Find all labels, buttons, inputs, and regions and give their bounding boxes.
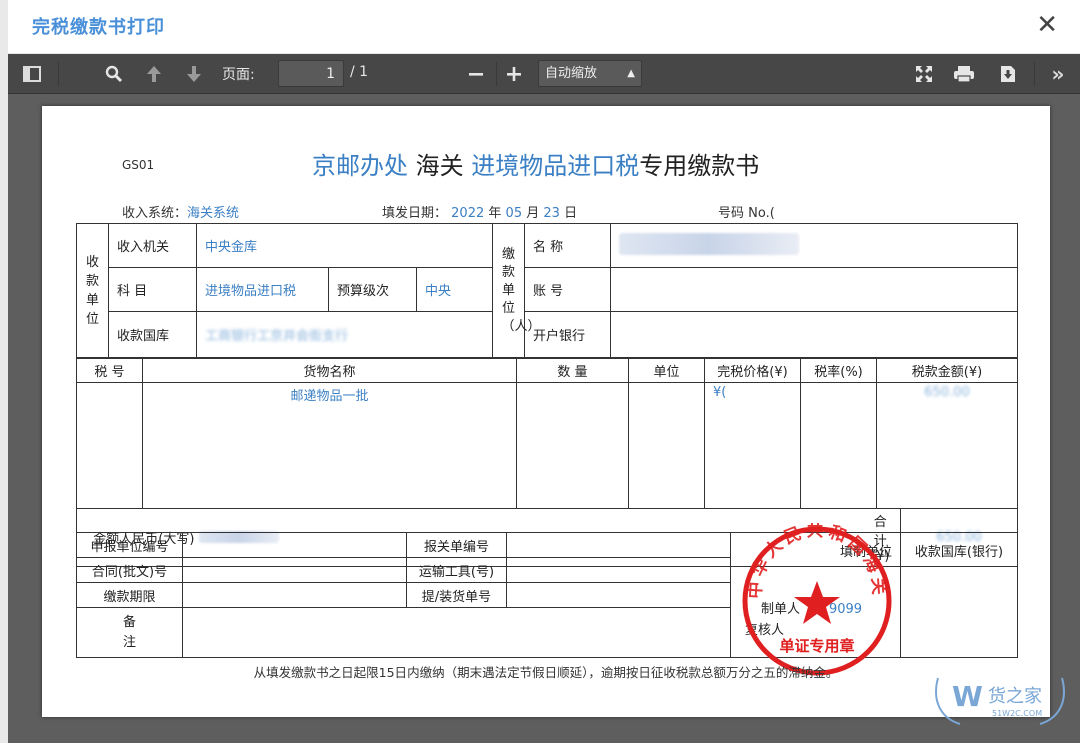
fill-date-label: 填发日期： xyxy=(382,206,448,221)
bank-value xyxy=(610,311,1018,358)
qty-cell xyxy=(516,382,629,509)
bill-label: 提/装货单号 xyxy=(406,582,507,608)
contract-value xyxy=(182,557,407,583)
receiver-label: 收入机关 xyxy=(108,223,197,268)
contract-label: 合同(批文)号 xyxy=(76,557,183,583)
declaration-label: 报关单编号 xyxy=(406,532,507,558)
svg-text:W: W xyxy=(952,680,983,713)
fill-date: 填发日期： 2022 年 05 月 23 日 xyxy=(382,202,577,221)
account-value xyxy=(610,267,1018,312)
payer-group-label: 缴款单位（人） xyxy=(492,223,541,358)
fill-date-day: 23 xyxy=(543,206,560,221)
col-rate: 税率(%) xyxy=(800,358,877,383)
modal-header: 完税缴款书打印 ✕ xyxy=(8,0,1080,54)
col-qty: 数 量 xyxy=(516,358,629,383)
title-customs: 海关 xyxy=(415,152,464,180)
budget-value: 中央 xyxy=(416,267,493,312)
fill-date-month: 05 xyxy=(505,206,523,221)
declaration-value xyxy=(506,532,731,558)
pdf-toolbar: 页面: / 1 自动缩放 ▲ » xyxy=(8,54,1080,94)
presentation-mode-icon[interactable] xyxy=(910,60,938,88)
transport-value xyxy=(506,557,731,583)
stamp-subtitle: 单证专用章 xyxy=(779,637,854,655)
document-title: 京邮办处 海关 进境物品进口税专用缴款书 xyxy=(312,146,759,181)
page-total: / 1 xyxy=(350,64,369,80)
sidebar-toggle-icon[interactable] xyxy=(18,60,46,88)
col-unit: 单位 xyxy=(628,358,705,383)
next-page-icon[interactable] xyxy=(180,60,208,88)
page-number-input[interactable] xyxy=(278,60,344,87)
pdf-viewer[interactable]: GS01 京邮办处 海关 进境物品进口税专用缴款书 收入系统：海关系统 填发日期… xyxy=(8,94,1080,743)
close-icon[interactable]: ✕ xyxy=(1036,10,1058,40)
price-value: ¥( xyxy=(704,382,801,509)
col-tax-no: 税 号 xyxy=(76,358,143,383)
fill-date-month-unit: 月 xyxy=(526,206,540,221)
zoom-out-icon[interactable] xyxy=(462,60,490,88)
declarer-label: 申报单位编号 xyxy=(76,532,183,558)
zoom-select-value: 自动缩放 xyxy=(545,66,598,81)
payment-notice: 从填发缴款书之日起限15日内缴纳（期末遇法定节假日顺延），逾期按日征收税款总额万… xyxy=(253,665,839,680)
toolbar-separator xyxy=(496,62,497,86)
treasury-value: 工商银行工京井会街支行 xyxy=(196,311,493,358)
amount-value: 650.00 xyxy=(876,382,1018,509)
more-tools-icon[interactable]: » xyxy=(1044,60,1072,88)
chevron-updown-icon: ▲ xyxy=(627,68,635,79)
page-label: 页面: xyxy=(222,67,255,83)
rate-cell xyxy=(800,382,877,509)
modal-title: 完税缴款书打印 xyxy=(32,17,165,38)
fill-date-year: 2022 xyxy=(451,206,485,221)
zoom-select[interactable]: 自动缩放 ▲ xyxy=(538,60,642,87)
zoom-in-icon[interactable] xyxy=(500,60,528,88)
unit-cell xyxy=(628,382,705,509)
col-amount: 税款金额(¥) xyxy=(876,358,1018,383)
goods-value: 邮递物品一批 xyxy=(142,382,517,509)
customs-seal-stamp: 中华人民共和国海关 单证专用章 xyxy=(739,521,895,679)
fill-date-day-unit: 日 xyxy=(564,206,578,221)
print-icon[interactable] xyxy=(950,60,978,88)
transport-label: 运输工具(号) xyxy=(406,557,507,583)
fill-date-year-unit: 年 xyxy=(488,206,502,221)
col-price: 完税价格(¥) xyxy=(704,358,801,383)
redacted-name xyxy=(619,232,799,255)
treasury-label: 收款国库 xyxy=(108,311,197,358)
bill-value xyxy=(506,582,731,608)
account-label: 账 号 xyxy=(524,267,611,312)
income-system-value: 海关系统 xyxy=(187,206,240,221)
title-office: 京邮办处 xyxy=(312,152,408,180)
tax-form-table: 收款单位 收入机关 中央金库 缴款单位（人） 名 称 科 目 进境物品进口税 预… xyxy=(76,223,1018,358)
bank-col-label: 收款国库(银行) xyxy=(909,541,1009,567)
goods-table: 税 号 货物名称 数 量 单位 完税价格(¥) 税率(%) 税款金额(¥) 邮递… xyxy=(76,358,1018,509)
previous-page-icon[interactable] xyxy=(140,60,168,88)
brand-watermark: W 货之家 51W2C.COM xyxy=(930,670,1070,730)
subject-label: 科 目 xyxy=(108,267,197,312)
payer-name-value xyxy=(610,223,1018,268)
title-suffix: 专用缴款书 xyxy=(639,152,760,180)
collector-group-label: 收款单位 xyxy=(76,223,109,358)
subject-value: 进境物品进口税 xyxy=(196,267,329,312)
download-icon[interactable] xyxy=(994,60,1022,88)
remark-value xyxy=(182,607,731,658)
remark-label: 备注 xyxy=(76,607,183,658)
tax-no-cell xyxy=(76,382,143,509)
toolbar-separator xyxy=(58,62,59,86)
document-code: GS01 xyxy=(122,158,155,172)
budget-label: 预算级次 xyxy=(328,267,417,312)
toolbar-separator xyxy=(1034,62,1035,86)
col-goods: 货物名称 xyxy=(142,358,517,383)
tax-payment-document: GS01 京邮办处 海关 进境物品进口税专用缴款书 收入系统：海关系统 填发日期… xyxy=(42,106,1050,717)
watermark-url: 51W2C.COM xyxy=(992,709,1042,718)
watermark-brand: 货之家 xyxy=(988,686,1042,707)
receiver-value: 中央金库 xyxy=(196,223,493,268)
title-tax-type: 进境物品进口税 xyxy=(471,152,640,180)
declarer-value xyxy=(182,532,407,558)
deadline-label: 缴款期限 xyxy=(76,582,183,608)
document-number: 号码 No.( xyxy=(718,206,775,221)
payer-name-label: 名 称 xyxy=(524,223,611,268)
bank-col: 收款国库(银行) xyxy=(900,532,1018,658)
income-system: 收入系统：海关系统 xyxy=(122,202,239,221)
income-system-label: 收入系统： xyxy=(122,206,188,221)
search-icon[interactable] xyxy=(100,60,128,88)
background-page-strip xyxy=(0,0,8,743)
deadline-value xyxy=(182,582,407,608)
